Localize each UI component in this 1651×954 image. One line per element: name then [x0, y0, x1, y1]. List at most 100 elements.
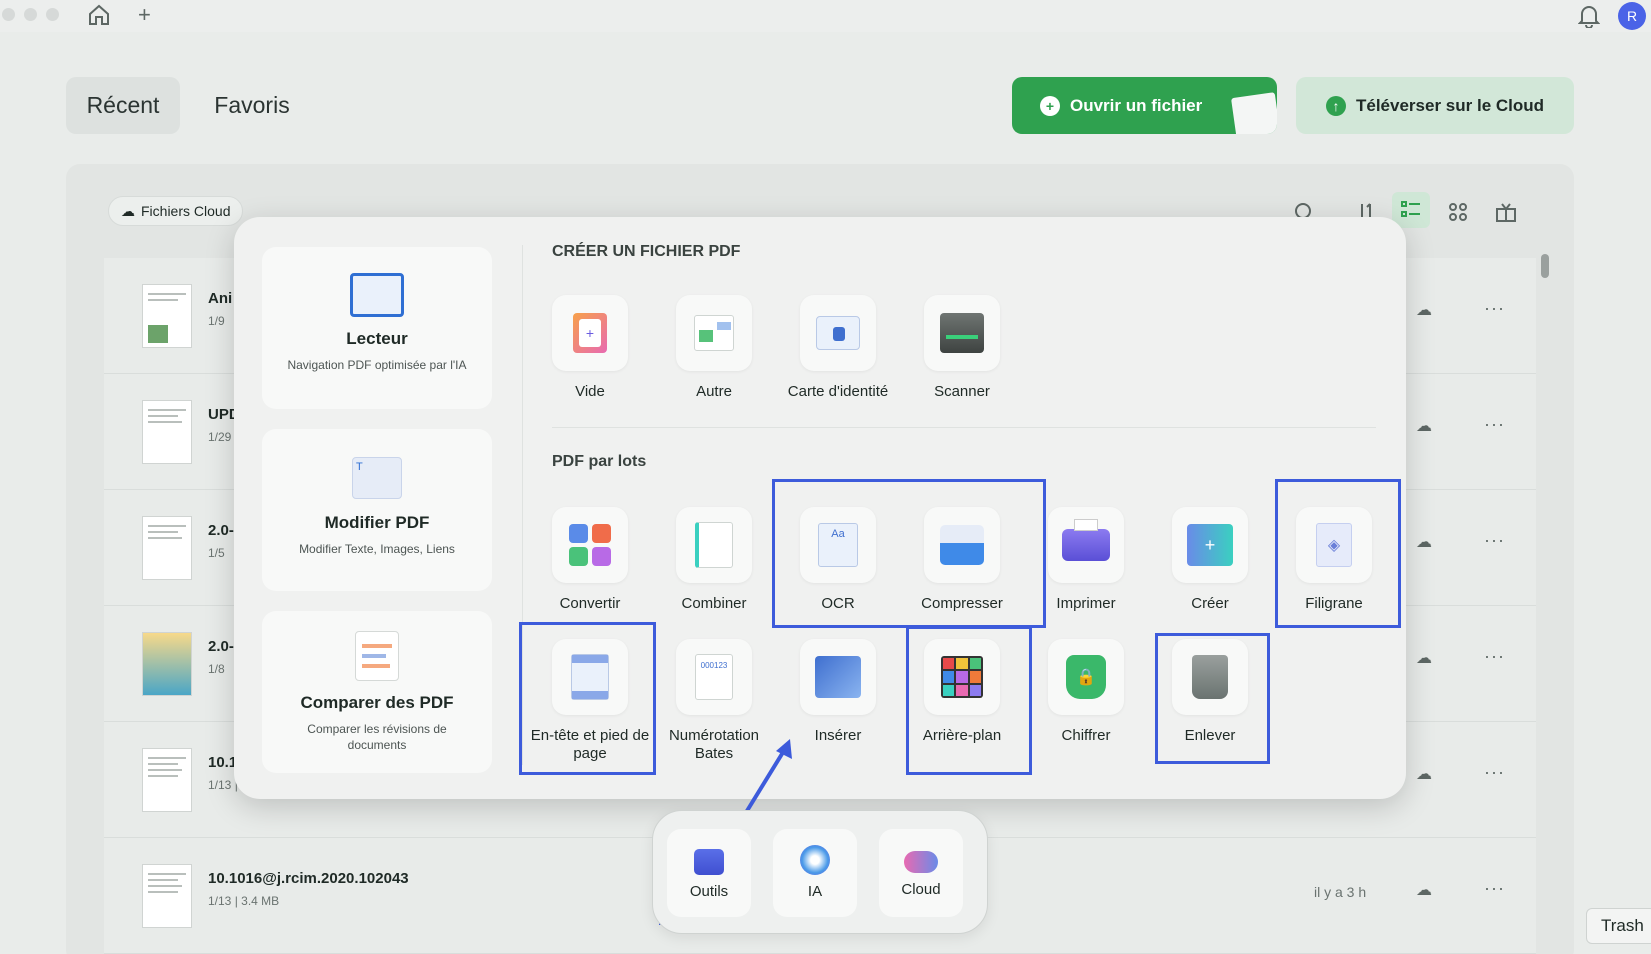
cloud-upload-icon[interactable]: ☁	[1416, 764, 1438, 786]
tool-combine[interactable]: Combiner	[652, 507, 776, 613]
notification-bell-icon[interactable]	[1577, 4, 1601, 33]
tool-create[interactable]: + Créer	[1148, 507, 1272, 613]
file-meta: 1/5	[208, 546, 225, 560]
window-close-button[interactable]	[2, 8, 15, 21]
id-card-icon	[816, 316, 860, 350]
book-icon	[350, 273, 404, 317]
edit-pdf-card[interactable]: T Modifier PDF Modifier Texte, Images, L…	[262, 429, 492, 591]
upload-cloud-label: Téléverser sur le Cloud	[1356, 95, 1545, 115]
create-pdf-icon: +	[1187, 524, 1233, 566]
file-title: 10.1016@j.rcim.2020.102043	[208, 870, 409, 887]
cloud-upload-icon[interactable]: ☁	[1416, 300, 1438, 322]
more-options-icon[interactable]: ···	[1484, 530, 1505, 551]
home-icon[interactable]	[87, 3, 111, 32]
highlight-box	[1155, 633, 1270, 764]
tab-recent[interactable]: Récent	[66, 77, 180, 134]
highlight-box	[519, 622, 656, 775]
open-file-button[interactable]: + Ouvrir un fichier	[1012, 77, 1277, 134]
ai-sparkle-icon	[800, 845, 830, 875]
file-title: Ani	[208, 290, 233, 307]
dock-cloud[interactable]: Cloud	[879, 829, 963, 917]
cloud-icon: ☁	[121, 202, 135, 219]
create-pdf-heading: CRÉER UN FICHIER PDF	[552, 243, 741, 260]
edit-pdf-subtitle: Modifier Texte, Images, Liens	[299, 542, 455, 556]
file-meta: 1/13 | 3.4 MB	[208, 894, 280, 908]
convert-icon	[569, 524, 611, 566]
new-tab-icon[interactable]: +	[138, 2, 151, 28]
edit-pdf-title: Modifier PDF	[324, 513, 430, 532]
file-meta: 1/8	[208, 662, 225, 676]
more-options-icon[interactable]: ···	[1484, 762, 1505, 783]
user-avatar[interactable]: R	[1618, 2, 1646, 30]
title-bar	[0, 0, 1651, 32]
tool-other[interactable]: Autre	[652, 295, 776, 401]
file-title: 2.0-	[208, 522, 234, 539]
compare-pdf-title: Comparer des PDF	[300, 693, 454, 712]
more-options-icon[interactable]: ···	[1484, 878, 1505, 899]
blank-page-icon: +	[573, 313, 607, 353]
dock-tools[interactable]: Outils	[667, 829, 751, 917]
window-minimize-button[interactable]	[24, 8, 37, 21]
batch-pdf-heading: PDF par lots	[552, 453, 647, 470]
file-meta: 1/9	[208, 314, 225, 328]
dock-ai[interactable]: IA	[773, 829, 857, 917]
tool-insert[interactable]: Insérer	[776, 639, 900, 745]
lock-shield-icon: 🔒	[1066, 655, 1106, 699]
compare-pdf-card[interactable]: Comparer des PDF Comparer les révisions …	[262, 611, 492, 773]
file-thumbnail	[142, 284, 192, 348]
grid-view-icon[interactable]	[1444, 198, 1472, 226]
tool-label: Combiner	[681, 595, 747, 612]
tool-label: Vide	[575, 383, 605, 400]
tool-encrypt[interactable]: 🔒 Chiffrer	[1024, 639, 1148, 745]
reader-card[interactable]: Lecteur Navigation PDF optimisée par l'I…	[262, 247, 492, 409]
dock-label: IA	[807, 883, 823, 900]
cloud-upload-icon[interactable]: ☁	[1416, 532, 1438, 554]
cloud-files-label: Fichiers Cloud	[141, 203, 231, 219]
cloud-upload-icon[interactable]: ☁	[1416, 880, 1438, 902]
tool-label: Chiffrer	[1061, 727, 1111, 744]
file-thumbnail	[142, 864, 192, 928]
file-title: 2.0-	[208, 638, 234, 655]
file-meta: 1/29	[208, 430, 232, 444]
open-file-label: Ouvrir un fichier	[1070, 95, 1203, 115]
tool-scanner[interactable]: Scanner	[900, 295, 1024, 401]
divider	[552, 427, 1376, 428]
bottom-dock: Outils IA Cloud	[652, 810, 988, 934]
more-options-icon[interactable]: ···	[1484, 646, 1505, 667]
trash-button[interactable]: Trash	[1586, 908, 1651, 944]
highlight-box	[906, 626, 1032, 775]
cloud-files-filter[interactable]: ☁ Fichiers Cloud	[108, 196, 244, 226]
combine-icon	[695, 522, 733, 568]
bates-icon: 000123	[695, 654, 733, 700]
tool-label: Scanner	[934, 383, 990, 400]
cloud-icon	[904, 851, 938, 873]
compare-pdf-subtitle: Comparer les révisions de documents	[307, 722, 447, 752]
cloud-upload-icon[interactable]: ☁	[1416, 648, 1438, 670]
window-zoom-button[interactable]	[46, 8, 59, 21]
tool-label: Convertir	[559, 595, 621, 612]
reader-title: Lecteur	[346, 329, 408, 348]
insert-page-icon	[815, 656, 861, 698]
tool-label: Carte d'identité	[787, 383, 889, 400]
compare-icon	[355, 631, 399, 681]
more-options-icon[interactable]: ···	[1484, 414, 1505, 435]
plus-circle-icon: +	[1040, 95, 1060, 116]
upload-cloud-button[interactable]: ↑ Téléverser sur le Cloud	[1296, 77, 1574, 134]
dock-label: Cloud	[901, 881, 941, 898]
highlight-box	[772, 479, 1046, 628]
more-options-icon[interactable]: ···	[1484, 298, 1505, 319]
tool-id-card[interactable]: Carte d'identité	[776, 295, 900, 401]
dock-label: Outils	[689, 883, 729, 900]
gift-icon[interactable]	[1492, 198, 1520, 226]
tab-favorites[interactable]: Favoris	[196, 77, 308, 134]
printer-icon	[1062, 519, 1110, 561]
reader-subtitle: Navigation PDF optimisée par l'IA	[287, 358, 467, 372]
file-time: il y a 3 h	[1314, 884, 1367, 900]
tool-blank[interactable]: + Vide	[528, 295, 652, 401]
file-thumbnail	[142, 516, 192, 580]
cloud-upload-icon[interactable]: ☁	[1416, 416, 1438, 438]
scrollbar-thumb[interactable]	[1541, 254, 1549, 278]
list-view-icon[interactable]	[1392, 192, 1430, 228]
tool-label: Autre	[696, 383, 732, 400]
tool-convert[interactable]: Convertir	[528, 507, 652, 613]
